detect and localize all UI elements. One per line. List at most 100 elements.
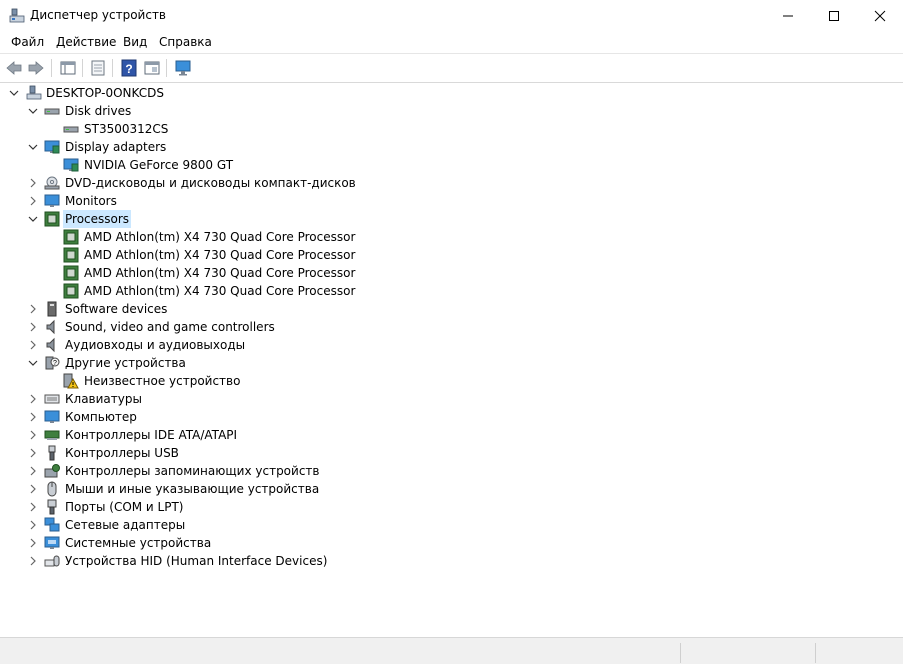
chevron-right-icon[interactable] [27, 465, 39, 477]
chevron-right-icon[interactable] [27, 321, 39, 333]
page-button[interactable] [89, 59, 107, 77]
processor-icon [63, 283, 79, 299]
speaker-icon [46, 319, 55, 335]
tree-category-selected[interactable]: Processors [0, 210, 300, 228]
tree-category[interactable]: Порты (COM и LPT) [0, 498, 300, 516]
status-bar-separator [680, 643, 681, 663]
back-button[interactable] [5, 59, 23, 77]
chevron-down-icon[interactable] [27, 213, 39, 225]
chevron-down-icon[interactable] [27, 105, 39, 117]
disk-drive-icon [63, 126, 79, 133]
chevron-right-icon[interactable] [27, 195, 39, 207]
system-device-icon [44, 536, 60, 549]
tree-category[interactable]: Контроллеры запоминающих устройств [0, 462, 400, 480]
tree-root-label: DESKTOP-0ONKCDS [46, 86, 164, 100]
tree-device-label: AMD Athlon(tm) X4 730 Quad Core Processo… [84, 230, 356, 244]
tree-category-label: Мыши и иные указывающие устройства [65, 482, 320, 496]
chevron-down-icon[interactable] [27, 357, 39, 369]
usb-icon [48, 445, 56, 461]
tree-category-label: Контроллеры USB [65, 446, 179, 460]
status-bar [0, 637, 903, 664]
device-tree: DESKTOP-0ONKCDS Disk drives ST3500312CS … [0, 82, 903, 637]
properties-view-icon [60, 61, 76, 75]
tree-category[interactable]: Аудиовходы и аудиовыходы [0, 336, 300, 354]
minimize-icon [783, 15, 793, 16]
tree-category-label: Monitors [65, 194, 117, 208]
tree-category-label: Software devices [65, 302, 168, 316]
tree-category[interactable]: Контроллеры IDE ATA/ATAPI [0, 426, 300, 444]
panel-icon [144, 61, 160, 75]
menu-help[interactable]: Справка [159, 35, 212, 49]
tree-root[interactable]: DESKTOP-0ONKCDS [0, 84, 300, 102]
minimize-button[interactable] [765, 0, 811, 31]
tree-category[interactable]: Software devices [0, 300, 300, 318]
scan-hardware-button[interactable] [174, 59, 192, 77]
ide-controller-icon [44, 430, 60, 440]
tree-category-label: Контроллеры IDE ATA/ATAPI [65, 428, 238, 442]
menu-bar: Файл Действие Вид Справка [0, 31, 903, 53]
tree-category-label: Processors [63, 210, 132, 228]
tree-device[interactable]: ST3500312CS [0, 120, 300, 138]
chevron-down-icon[interactable] [8, 87, 20, 99]
chevron-right-icon[interactable] [27, 177, 39, 189]
help-button[interactable]: ? [120, 59, 138, 77]
disk-drive-icon [44, 108, 60, 115]
tree-category[interactable]: DVD-дисководы и дисководы компакт-дисков [0, 174, 400, 192]
dvd-icon [44, 176, 60, 190]
toolbar-separator [82, 59, 83, 77]
forward-button[interactable] [27, 59, 45, 77]
maximize-icon [829, 10, 839, 21]
chevron-right-icon[interactable] [27, 501, 39, 513]
menu-action[interactable]: Действие [56, 35, 116, 49]
chevron-right-icon[interactable] [27, 483, 39, 495]
tree-device[interactable]: AMD Athlon(tm) X4 730 Quad Core Processo… [0, 246, 400, 264]
mouse-icon [47, 481, 57, 497]
tree-category-label: DVD-дисководы и дисководы компакт-дисков [65, 176, 356, 190]
forward-icon [28, 61, 44, 75]
panel-button[interactable] [143, 59, 161, 77]
tree-device[interactable]: Неизвестное устройство [0, 372, 300, 390]
tree-category-label: Порты (COM и LPT) [65, 500, 184, 514]
chevron-right-icon[interactable] [27, 555, 39, 567]
software-device-icon [47, 301, 57, 317]
chevron-right-icon[interactable] [27, 519, 39, 531]
chevron-right-icon[interactable] [27, 537, 39, 549]
toolbar-separator [166, 59, 167, 77]
tree-category[interactable]: Sound, video and game controllers [0, 318, 300, 336]
maximize-button[interactable] [811, 0, 857, 31]
tree-device-label: Неизвестное устройство [84, 374, 241, 388]
tree-device[interactable]: AMD Athlon(tm) X4 730 Quad Core Processo… [0, 228, 400, 246]
chevron-down-icon[interactable] [27, 141, 39, 153]
tree-device[interactable]: NVIDIA GeForce 9800 GT [0, 156, 300, 174]
title-bar: Диспетчер устройств [0, 0, 903, 31]
tree-category[interactable]: Monitors [0, 192, 300, 210]
chevron-right-icon[interactable] [27, 303, 39, 315]
tree-category[interactable]: Устройства HID (Human Interface Devices) [0, 552, 400, 570]
tree-category[interactable]: Display adapters [0, 138, 300, 156]
tree-category[interactable]: Контроллеры USB [0, 444, 300, 462]
menu-view[interactable]: Вид [123, 35, 147, 49]
tree-category[interactable]: Disk drives [0, 102, 300, 120]
menu-file[interactable]: Файл [11, 35, 44, 49]
chevron-right-icon[interactable] [27, 429, 39, 441]
chevron-right-icon[interactable] [27, 411, 39, 423]
tree-device[interactable]: AMD Athlon(tm) X4 730 Quad Core Processo… [0, 264, 400, 282]
tree-category-label: Системные устройства [65, 536, 212, 550]
close-icon [874, 10, 886, 21]
properties-view-button[interactable] [59, 59, 77, 77]
tree-category[interactable]: Системные устройства [0, 534, 300, 552]
tree-category[interactable]: Сетевые адаптеры [0, 516, 300, 534]
chevron-right-icon[interactable] [27, 447, 39, 459]
close-button[interactable] [857, 0, 903, 31]
tree-category[interactable]: ? Другие устройства [0, 354, 300, 372]
chevron-right-icon[interactable] [27, 339, 39, 351]
toolbar-separator [112, 59, 113, 77]
tree-device[interactable]: AMD Athlon(tm) X4 730 Quad Core Processo… [0, 282, 400, 300]
tree-category-label: Disk drives [65, 104, 132, 118]
tree-category[interactable]: Клавиатуры [0, 390, 300, 408]
tree-category[interactable]: Компьютер [0, 408, 300, 426]
processor-icon [63, 265, 79, 281]
processor-icon [44, 211, 60, 227]
tree-category[interactable]: Мыши и иные указывающие устройства [0, 480, 400, 498]
chevron-right-icon[interactable] [27, 393, 39, 405]
